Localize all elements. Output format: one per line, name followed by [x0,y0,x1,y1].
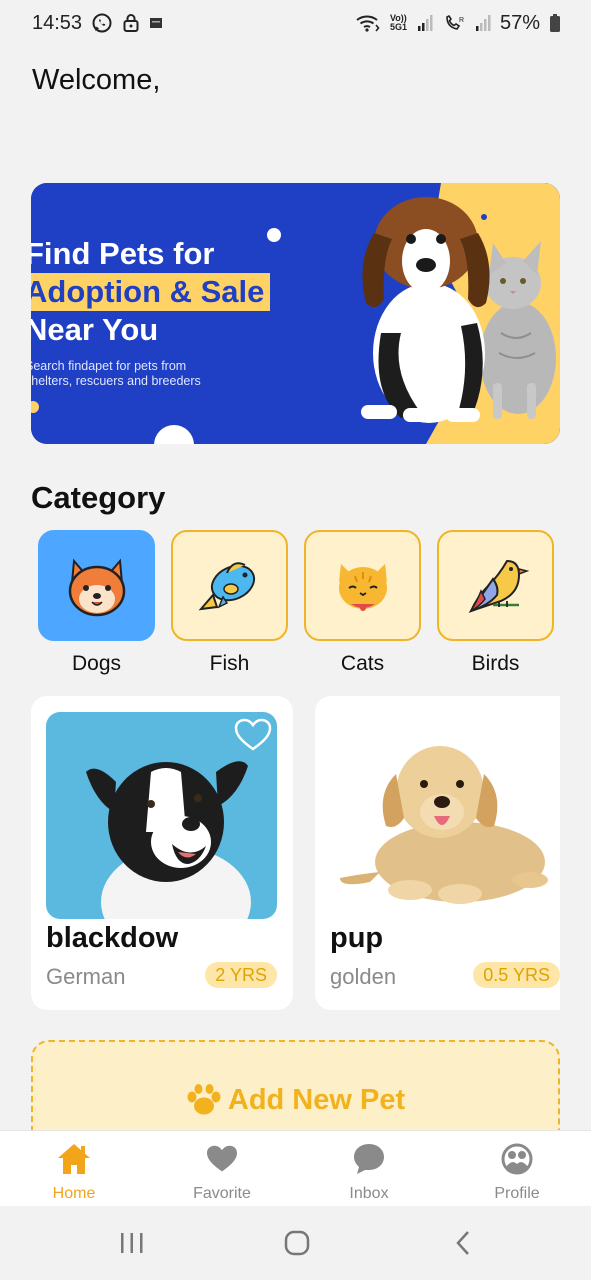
category-birds[interactable] [437,530,554,641]
home-circle-icon [284,1230,310,1256]
add-new-pet-label: Add New Pet [227,1083,406,1116]
banner-title-line1: Find Pets for [31,236,215,271]
category-label: Birds [471,652,520,675]
pet-breed: German [46,964,126,989]
nav-home-label: Home [52,1185,96,1202]
volte-icon: Vo)) 5G1 [389,13,407,32]
pet-card[interactable]: blackdow German 2 YRS [31,696,293,1010]
system-home-button[interactable] [277,1228,317,1258]
nav-inbox[interactable]: Inbox [314,1139,424,1203]
banner-title: Find Pets for Adoption & Sale Near You [31,235,271,349]
heart-outline-icon [234,718,272,751]
category-title: Category [31,480,166,515]
fish-icon [198,561,255,610]
status-time: 14:53 [32,11,83,34]
status-left: 14:53 [32,12,163,35]
pet-breed: golden [330,964,397,989]
pet-name: blackdow [46,922,179,954]
lock-icon [122,13,140,33]
favorite-button[interactable] [233,716,273,754]
nav-favorite[interactable]: Favorite [167,1139,277,1203]
call-icon: R [444,14,466,32]
back-icon [456,1231,469,1255]
recents-button[interactable] [112,1228,152,1258]
category-fish[interactable] [171,530,288,641]
pet-age-badge: 0.5 YRS [473,962,560,988]
bottom-navigation: Home Favorite Inbox Profile [0,1130,591,1206]
banner-subtitle-line2: shelters, rescuers and breeders [31,374,201,388]
nav-profile-label: Profile [494,1185,540,1202]
signal-icon [417,14,435,32]
cat-icon [338,563,387,611]
banner-subtitle-line1: Search findapet for pets from [31,359,187,373]
banner-subtitle: Search findapet for pets from shelters, … [31,359,285,389]
home-icon [58,1144,90,1174]
promo-banner[interactable]: Find Pets for Adoption & Sale Near You S… [31,183,560,444]
banner-title-line3: Near You [31,312,159,347]
category-cats[interactable] [304,530,421,641]
nav-favorite-label: Favorite [193,1185,251,1202]
heart-icon [207,1145,237,1172]
favorite-button[interactable] [517,716,557,754]
pet-name: pup [330,922,384,954]
wifi-icon [355,13,381,33]
heart-outline-icon [518,718,556,751]
chat-bubble-icon [354,1144,384,1174]
bird-icon [468,559,529,613]
battery-icon [549,13,561,33]
nav-inbox-label: Inbox [349,1185,389,1202]
category-dogs[interactable] [38,530,155,641]
nav-profile[interactable]: Profile [462,1139,572,1203]
battery-percent: 57% [499,11,540,34]
paw-icon [187,1084,221,1115]
profile-icon [501,1143,533,1175]
shiba-dog-icon [68,558,125,616]
welcome-heading: Welcome, [32,64,161,96]
pet-card[interactable]: pup golden 0.5 YRS [315,696,560,1010]
recents-icon [121,1233,143,1253]
notification-icon [149,16,163,30]
system-navigation-bar [0,1206,591,1280]
back-button[interactable] [443,1228,483,1258]
svg-text:R: R [459,17,464,24]
category-label: Cats [340,652,385,675]
status-right: Vo)) 5G1 R 57% [355,12,561,35]
signal-icon [475,14,491,32]
category-label: Fish [209,652,250,675]
pet-age-badge: 2 YRS [205,962,277,988]
status-bar: 14:53 Vo)) 5G1 R 57% [0,0,591,46]
category-label: Dogs [71,652,122,675]
nav-home[interactable]: Home [19,1139,129,1203]
banner-title-line2: Adoption & Sale [31,273,271,311]
whatsapp-icon [91,12,113,34]
